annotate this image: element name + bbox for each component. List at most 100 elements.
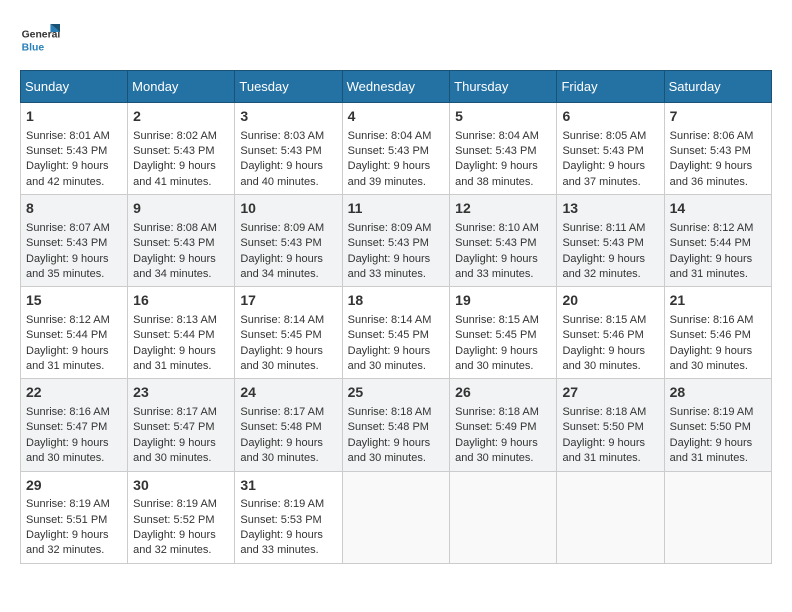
header-day: Sunday (21, 71, 128, 103)
day-info: Sunrise: 8:09 AM (240, 221, 336, 236)
day-info: Daylight: 9 hours and 31 minutes. (670, 436, 766, 467)
calendar-week: 29Sunrise: 8:19 AMSunset: 5:51 PMDayligh… (21, 471, 772, 563)
day-number: 29 (26, 476, 122, 496)
day-info: Sunset: 5:46 PM (562, 328, 658, 343)
day-number: 27 (562, 383, 658, 403)
day-number: 5 (455, 107, 551, 127)
day-number: 24 (240, 383, 336, 403)
day-info: Sunrise: 8:13 AM (133, 313, 229, 328)
calendar-cell: 10Sunrise: 8:09 AMSunset: 5:43 PMDayligh… (235, 195, 342, 287)
day-number: 30 (133, 476, 229, 496)
day-info: Daylight: 9 hours and 30 minutes. (26, 436, 122, 467)
day-info: Daylight: 9 hours and 32 minutes. (133, 528, 229, 559)
day-info: Sunset: 5:49 PM (455, 420, 551, 435)
day-info: Daylight: 9 hours and 30 minutes. (240, 344, 336, 375)
calendar-cell: 13Sunrise: 8:11 AMSunset: 5:43 PMDayligh… (557, 195, 664, 287)
day-number: 15 (26, 291, 122, 311)
day-info: Daylight: 9 hours and 31 minutes. (133, 344, 229, 375)
calendar-cell: 14Sunrise: 8:12 AMSunset: 5:44 PMDayligh… (664, 195, 771, 287)
day-info: Daylight: 9 hours and 30 minutes. (562, 344, 658, 375)
calendar-cell: 17Sunrise: 8:14 AMSunset: 5:45 PMDayligh… (235, 287, 342, 379)
day-number: 28 (670, 383, 766, 403)
day-number: 20 (562, 291, 658, 311)
day-info: Daylight: 9 hours and 30 minutes. (455, 436, 551, 467)
day-number: 21 (670, 291, 766, 311)
day-number: 13 (562, 199, 658, 219)
day-info: Sunrise: 8:15 AM (562, 313, 658, 328)
calendar-cell: 7Sunrise: 8:06 AMSunset: 5:43 PMDaylight… (664, 103, 771, 195)
calendar-cell: 21Sunrise: 8:16 AMSunset: 5:46 PMDayligh… (664, 287, 771, 379)
day-info: Daylight: 9 hours and 41 minutes. (133, 159, 229, 190)
day-info: Sunset: 5:43 PM (240, 144, 336, 159)
calendar-cell: 8Sunrise: 8:07 AMSunset: 5:43 PMDaylight… (21, 195, 128, 287)
calendar-cell: 27Sunrise: 8:18 AMSunset: 5:50 PMDayligh… (557, 379, 664, 471)
day-number: 19 (455, 291, 551, 311)
day-info: Sunrise: 8:14 AM (348, 313, 445, 328)
day-info: Sunset: 5:45 PM (348, 328, 445, 343)
day-info: Sunrise: 8:11 AM (562, 221, 658, 236)
day-info: Daylight: 9 hours and 31 minutes. (26, 344, 122, 375)
day-info: Sunset: 5:48 PM (240, 420, 336, 435)
calendar-cell: 6Sunrise: 8:05 AMSunset: 5:43 PMDaylight… (557, 103, 664, 195)
day-info: Sunrise: 8:03 AM (240, 129, 336, 144)
calendar-header: SundayMondayTuesdayWednesdayThursdayFrid… (21, 71, 772, 103)
calendar-cell: 1Sunrise: 8:01 AMSunset: 5:43 PMDaylight… (21, 103, 128, 195)
day-info: Sunrise: 8:07 AM (26, 221, 122, 236)
day-number: 3 (240, 107, 336, 127)
day-info: Sunrise: 8:01 AM (26, 129, 122, 144)
day-number: 4 (348, 107, 445, 127)
header-day: Monday (128, 71, 235, 103)
calendar-cell: 2Sunrise: 8:02 AMSunset: 5:43 PMDaylight… (128, 103, 235, 195)
calendar-cell: 12Sunrise: 8:10 AMSunset: 5:43 PMDayligh… (450, 195, 557, 287)
day-info: Sunset: 5:46 PM (670, 328, 766, 343)
day-info: Sunrise: 8:04 AM (348, 129, 445, 144)
day-info: Sunset: 5:43 PM (240, 236, 336, 251)
calendar-week: 15Sunrise: 8:12 AMSunset: 5:44 PMDayligh… (21, 287, 772, 379)
day-number: 17 (240, 291, 336, 311)
day-info: Sunset: 5:48 PM (348, 420, 445, 435)
day-info: Sunrise: 8:19 AM (26, 497, 122, 512)
calendar-cell: 9Sunrise: 8:08 AMSunset: 5:43 PMDaylight… (128, 195, 235, 287)
calendar-cell (450, 471, 557, 563)
calendar-cell: 19Sunrise: 8:15 AMSunset: 5:45 PMDayligh… (450, 287, 557, 379)
day-number: 14 (670, 199, 766, 219)
day-info: Daylight: 9 hours and 30 minutes. (240, 436, 336, 467)
day-number: 2 (133, 107, 229, 127)
day-number: 22 (26, 383, 122, 403)
day-info: Daylight: 9 hours and 36 minutes. (670, 159, 766, 190)
day-number: 31 (240, 476, 336, 496)
day-info: Sunrise: 8:08 AM (133, 221, 229, 236)
day-number: 11 (348, 199, 445, 219)
header-day: Thursday (450, 71, 557, 103)
day-info: Sunrise: 8:19 AM (133, 497, 229, 512)
day-info: Daylight: 9 hours and 33 minutes. (240, 528, 336, 559)
day-info: Daylight: 9 hours and 40 minutes. (240, 159, 336, 190)
day-info: Sunrise: 8:09 AM (348, 221, 445, 236)
day-number: 1 (26, 107, 122, 127)
day-number: 18 (348, 291, 445, 311)
day-info: Sunset: 5:44 PM (670, 236, 766, 251)
day-info: Sunrise: 8:18 AM (455, 405, 551, 420)
day-info: Daylight: 9 hours and 42 minutes. (26, 159, 122, 190)
day-info: Sunset: 5:43 PM (562, 144, 658, 159)
day-info: Sunset: 5:51 PM (26, 513, 122, 528)
day-info: Daylight: 9 hours and 35 minutes. (26, 252, 122, 283)
day-info: Sunset: 5:43 PM (455, 144, 551, 159)
day-info: Sunrise: 8:05 AM (562, 129, 658, 144)
calendar-week: 22Sunrise: 8:16 AMSunset: 5:47 PMDayligh… (21, 379, 772, 471)
day-number: 6 (562, 107, 658, 127)
calendar-cell: 31Sunrise: 8:19 AMSunset: 5:53 PMDayligh… (235, 471, 342, 563)
day-number: 26 (455, 383, 551, 403)
day-info: Daylight: 9 hours and 34 minutes. (240, 252, 336, 283)
day-info: Sunrise: 8:17 AM (240, 405, 336, 420)
calendar-cell: 18Sunrise: 8:14 AMSunset: 5:45 PMDayligh… (342, 287, 450, 379)
header-day: Wednesday (342, 71, 450, 103)
calendar-cell (557, 471, 664, 563)
svg-text:Blue: Blue (22, 42, 45, 53)
day-info: Sunrise: 8:06 AM (670, 129, 766, 144)
calendar-cell: 15Sunrise: 8:12 AMSunset: 5:44 PMDayligh… (21, 287, 128, 379)
day-info: Sunrise: 8:12 AM (26, 313, 122, 328)
page-header: General Blue (20, 20, 772, 60)
day-info: Daylight: 9 hours and 33 minutes. (455, 252, 551, 283)
calendar-cell: 22Sunrise: 8:16 AMSunset: 5:47 PMDayligh… (21, 379, 128, 471)
